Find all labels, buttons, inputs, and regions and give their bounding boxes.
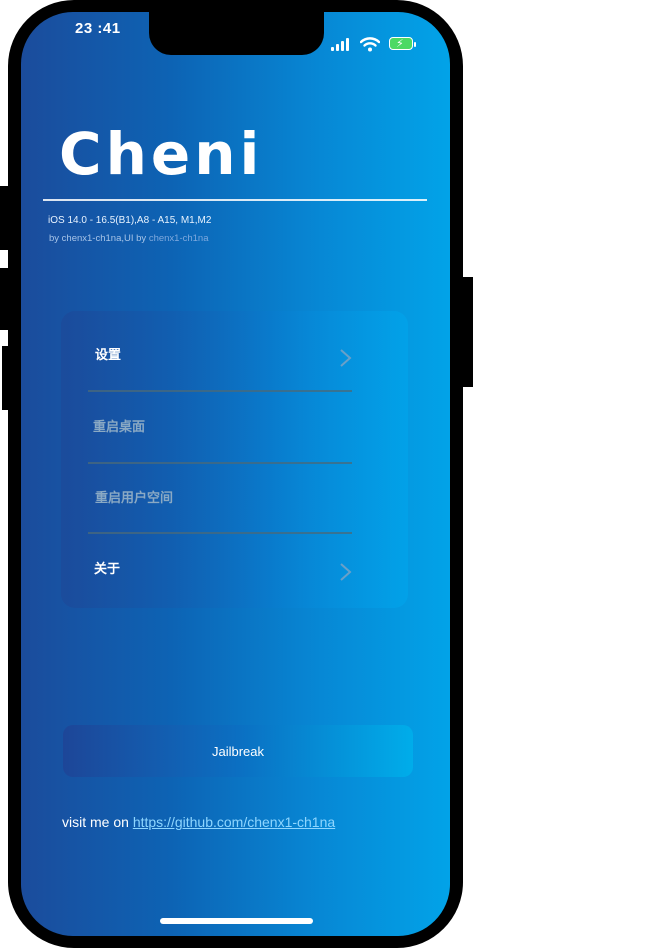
battery-charging-icon: ⚡	[389, 37, 413, 50]
menu-item-label: 关于	[94, 561, 121, 576]
credit-line: by chenx1-ch1na,UI by chenx1-ch1na	[49, 233, 209, 244]
visit-prefix: visit me on	[62, 814, 133, 830]
menu-item-label: 重启用户空间	[95, 490, 174, 505]
menu-item-userspace-reboot[interactable]: 重启用户空间	[61, 474, 408, 534]
app-logo: Cheni	[59, 120, 264, 188]
home-indicator[interactable]	[160, 918, 313, 924]
notch	[149, 12, 324, 55]
credit-ui-author: chenx1-ch1na	[148, 233, 209, 244]
menu-separator	[88, 390, 352, 392]
menu-card: 设置 重启桌面 重启用户空间 关于	[61, 311, 408, 608]
battery-cap	[414, 42, 416, 47]
footer-visit: visit me on https://github.com/chenx1-ch…	[62, 814, 335, 830]
menu-item-label: 设置	[95, 347, 122, 362]
menu-item-about[interactable]: 关于	[61, 545, 408, 605]
menu-separator	[88, 462, 352, 464]
credit-prefix: by chenx1-ch1na,UI by	[49, 233, 149, 244]
menu-item-respring[interactable]: 重启桌面	[61, 403, 408, 463]
chevron-right-icon	[340, 349, 352, 367]
menu-item-label: 重启桌面	[93, 419, 146, 434]
wifi-icon	[360, 37, 380, 52]
menu-item-settings[interactable]: 设置	[61, 331, 408, 391]
cellular-signal-icon	[331, 38, 353, 51]
charging-bolt-icon: ⚡	[396, 38, 404, 50]
header-divider	[43, 199, 427, 201]
github-link[interactable]: https://github.com/chenx1-ch1na	[133, 814, 335, 830]
compat-info: iOS 14.0 - 16.5(B1),A8 - A15, M1,M2	[48, 215, 212, 226]
chevron-right-icon	[340, 563, 352, 581]
status-time: 23 :41	[75, 20, 121, 37]
menu-separator	[88, 532, 352, 534]
jailbreak-button[interactable]: Jailbreak	[63, 725, 413, 777]
app-screen: 23 :41 ⚡ Cheni iOS 14.0 - 16.5(B1),A8 - …	[21, 12, 450, 936]
